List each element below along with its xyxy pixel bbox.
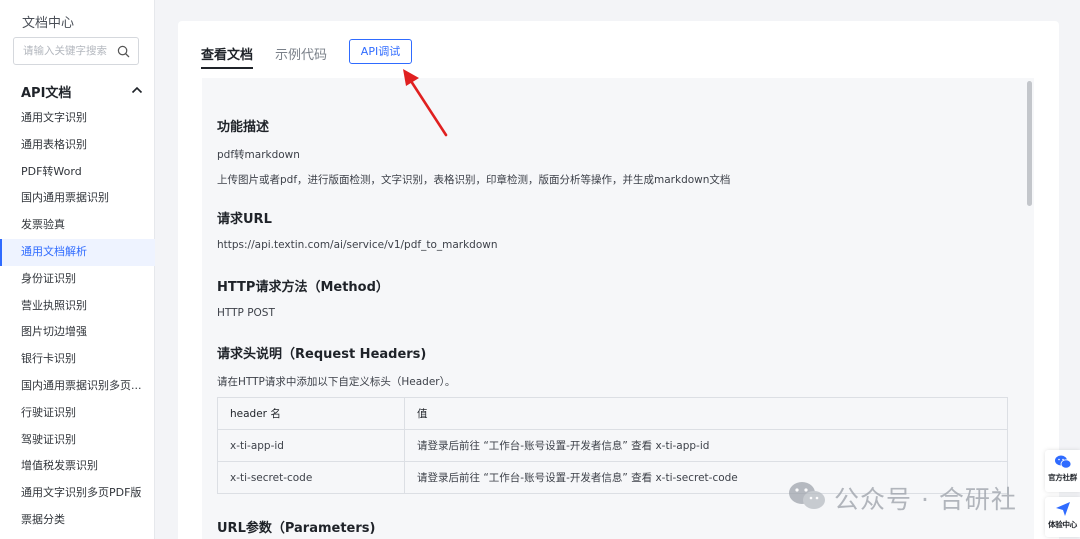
sidebar-item-bill-classify[interactable]: 票据分类 <box>0 507 155 534</box>
sidebar-item-doc-parse[interactable]: 通用文档解析 <box>0 238 155 266</box>
sidebar-item-table-recognition[interactable]: 通用表格识别 <box>0 132 155 159</box>
scrollbar-thumb[interactable] <box>1027 81 1032 206</box>
sidebar-item-driver-license[interactable]: 驾驶证识别 <box>0 427 155 454</box>
method-heading: HTTP请求方法（Method） <box>217 280 389 295</box>
search-input[interactable] <box>14 38 114 64</box>
headers-description: 请在HTTP请求中添加以下自定义标头（Header）。 <box>217 376 456 388</box>
experience-widget[interactable]: 体验中心 <box>1045 497 1080 537</box>
send-icon <box>1055 502 1070 516</box>
url-heading: 请求URL <box>217 212 272 227</box>
sidebar-section-api-docs[interactable]: API文档 <box>0 78 155 104</box>
sidebar-item-business-license[interactable]: 营业执照识别 <box>0 293 155 320</box>
table-cell: 请登录后前往 “工作台-账号设置-开发者信息” 查看 x-ti-app-id <box>404 429 1008 462</box>
column-header-name: header 名 <box>217 397 405 430</box>
sidebar-item-invoice-verify[interactable]: 发票验真 <box>0 212 155 239</box>
feature-description: 上传图片或者pdf，进行版面检测，文字识别，表格识别，印章检测，版面分析等操作，… <box>217 174 731 186</box>
params-heading: URL参数（Parameters) <box>217 521 376 536</box>
sidebar-item-image-crop[interactable]: 图片切边增强 <box>0 319 155 346</box>
feature-heading: 功能描述 <box>217 120 270 135</box>
scrollbar[interactable] <box>1024 78 1034 539</box>
community-widget[interactable]: 官方社群 <box>1045 450 1080 492</box>
sidebar-item-vehicle-license[interactable]: 行驶证识别 <box>0 400 155 427</box>
request-url: https://api.textin.com/ai/service/v1/pdf… <box>217 239 498 251</box>
search-box[interactable] <box>13 37 139 65</box>
headers-heading: 请求头说明（Request Headers) <box>217 347 427 362</box>
sidebar-title: 文档中心 <box>22 16 75 31</box>
wechat-icon <box>789 482 825 509</box>
sidebar-item-id-card[interactable]: 身份证识别 <box>0 266 155 293</box>
watermark-text: 公众号 · 合研社 <box>834 485 1017 514</box>
table-header-row: header 名 值 <box>217 397 1008 430</box>
column-header-value: 值 <box>404 397 1008 430</box>
sidebar-item-ocr-multipage-pdf[interactable]: 通用文字识别多页PDF版 <box>0 480 155 507</box>
table-row: x-ti-app-id 请登录后前往 “工作台-账号设置-开发者信息” 查看 x… <box>217 429 1008 462</box>
feature-name: pdf转markdown <box>217 149 300 161</box>
http-method: HTTP POST <box>217 307 275 319</box>
table-cell: x-ti-app-id <box>217 429 405 462</box>
annotation-arrow-icon <box>403 69 448 137</box>
doc-card: 查看文档 示例代码 API调试 功能描述 pdf转markdown 上传图片或者… <box>178 21 1059 539</box>
sidebar-item-invoice-multipage[interactable]: 国内通用票据识别多页... <box>0 373 155 400</box>
sidebar-item-vat-invoice[interactable]: 增值税发票识别 <box>0 453 155 480</box>
search-icon[interactable] <box>117 45 130 58</box>
tab-api-debug[interactable]: API调试 <box>349 39 412 64</box>
sidebar-item-bank-card[interactable]: 银行卡识别 <box>0 346 155 373</box>
sidebar: 文档中心 API文档 通用文字识别 通用表格识别 PDF转Word 国内通用票据… <box>0 0 155 539</box>
sidebar-section-label: API文档 <box>21 86 72 101</box>
sidebar-item-domestic-invoice[interactable]: 国内通用票据识别 <box>0 185 155 212</box>
table-cell: x-ti-secret-code <box>217 461 405 494</box>
tab-example-code[interactable]: 示例代码 <box>275 44 327 63</box>
chevron-up-icon[interactable] <box>131 86 143 94</box>
wechat-icon <box>1054 455 1071 469</box>
sidebar-item-general-ocr[interactable]: 通用文字识别 <box>0 105 155 132</box>
sidebar-list: 通用文字识别 通用表格识别 PDF转Word 国内通用票据识别 发票验真 通用文… <box>0 105 155 534</box>
sidebar-item-pdf-to-word[interactable]: PDF转Word <box>0 159 155 186</box>
experience-label: 体验中心 <box>1048 520 1077 529</box>
tab-view-doc[interactable]: 查看文档 <box>201 44 254 69</box>
community-label: 官方社群 <box>1048 473 1077 482</box>
doc-content: 功能描述 pdf转markdown 上传图片或者pdf，进行版面检测，文字识别，… <box>202 78 1034 539</box>
